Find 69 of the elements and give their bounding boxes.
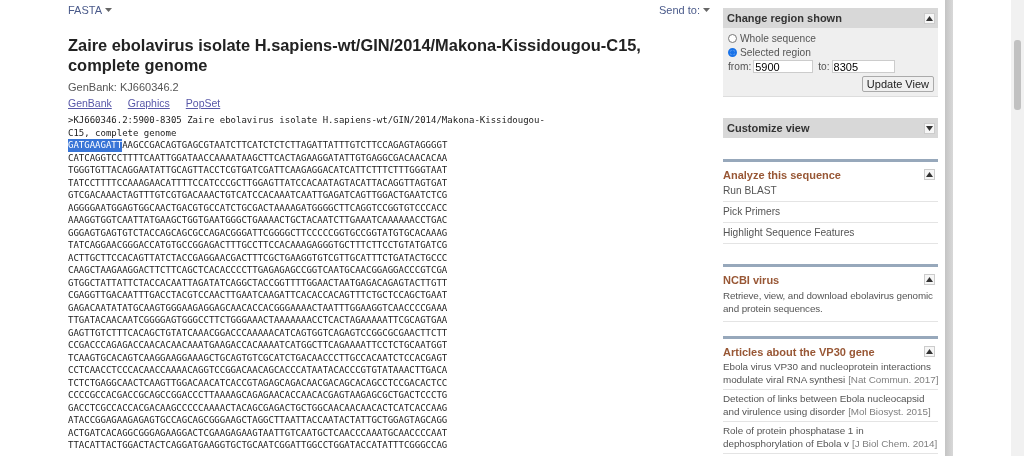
sequence-line: TATCAGGAACGGGACCATGTGCCGGAGACTTTGCCTTCCACAAAGAGGGTGCTTTCTTCCTGTATGATCG (68, 239, 449, 252)
sequence-line: TTGATACAACAATCGGGGAGTGGGCCTTCTGGGAAACTAAAAAAACCTCACTAGAAAAATTCGCAGTGAA (68, 314, 449, 327)
sequence-line: GGGAGTGAGTGTCTACCAGCAGCGCCAGACGGGATTCGGGGCTTCCCCCGGTGCCGGTATGTGCACAAAG (68, 226, 449, 239)
article-source: [J Biol Chem. 2014] (851, 437, 938, 450)
article-source: [Nat Commun. 2017] (848, 373, 939, 386)
virus-description[interactable]: Retrieve, view, and download ebolavirus genomic and protein sequences. (723, 286, 938, 322)
article-title[interactable]: Detection of links between Ebola nucleocapsid (723, 392, 938, 405)
section-title: NCBI virus (723, 273, 780, 286)
sequence-line: ACTTGCTTCCACAGTTATCTACCGAGGAACGACTTTCGCTGAAGGTGTCGTTGCATTTCTGATACTGCCC (68, 251, 449, 264)
option-label: Selected region (740, 46, 811, 58)
caret-icon (105, 8, 113, 12)
sequence-line: TTACATTACTGGACTACTCAGGATGAAGGTGCTGCAATCGGATTGGCCTGGATACCATATTTCGGGCCAG (68, 439, 449, 452)
article-title[interactable]: modulate viral RNA synthesi (723, 373, 846, 386)
sequence-line: GTGGCTATTATTCTACCACAATTAGATATCAGGCTACCGGTTTTGGAACTAATGAGACAGAGTACTTGTT (68, 276, 449, 289)
collapse-toggle[interactable] (924, 274, 935, 285)
article-source: [Mol Biosyst. 2015] (848, 405, 931, 418)
article-title[interactable]: and virulence using disorder (723, 405, 846, 418)
sequence-line: GAGACAATATATGCAAGTGGGAAGAGGAGCAACACCACGGGAAAACTAATTTGGAAGGTCAACCCCGAAA (68, 301, 449, 314)
article-title[interactable]: Ebola virus VP30 and nucleoprotein interactions (723, 360, 938, 373)
panel-title: Customize view (727, 122, 810, 134)
format-menu[interactable]: FASTA (68, 3, 113, 17)
section-title: Analyze this sequence (723, 168, 841, 181)
sequence-line: AAAGGTGGTCAATTATGAAGCTGGTGAATGGGCTGAAAACTGCTACAATCTTGAAATCAAAAAACCTGAC (68, 214, 449, 227)
report-link[interactable]: Graphics (127, 97, 170, 110)
sequence-line: CAAGCTAAGAAGGACTTCTTCAGCTCACACCCCTTGAGAGAGCCGGTCAATGCAACGGAGGACCCGTCGA (68, 264, 449, 277)
page-title: Zaire ebolavirus isolate H.sapiens-wt/GIN/2014/Makona-Kissidougou-C15, complete genome (68, 35, 642, 75)
analysis-link[interactable]: Pick Primers (723, 202, 938, 223)
from-label: from: (728, 61, 752, 72)
sequence-line: GTCGACAAACTAGTTTGTCGTGACAAACTGTCATCCACAAATCAATTGAGATCAGTTGGACTGAATCTCG (68, 189, 449, 202)
sequence-line: AGGGGAATGGAGTGGCAACTGACGTGCCATCTGCGACTAAAAGATGGGGCTTCAGGTCCGGTGTCCCACC (68, 201, 449, 214)
sequence-line: CCGACCCAGAGACCAACACAACAAATGAAGACCACAAAATCATGGCTTCAGAAAATTCCTCTGCAATGGT (68, 339, 449, 352)
sequence-line: TCAAGTGCACAGTCAAGGAAGGAAAGCTGCAGTGTCGCATCTGACAACCCTTGCCACAATCTCCACGAGT (68, 351, 449, 364)
send-to-menu[interactable]: Send to: (659, 3, 710, 17)
radio-button[interactable] (728, 33, 737, 43)
collapse-toggle[interactable] (924, 169, 935, 180)
article-title[interactable]: Role of protein phosphatase 1 in (723, 424, 938, 437)
report-link[interactable]: GenBank (68, 97, 112, 110)
update-view-button[interactable]: Update View (861, 76, 934, 92)
fasta-header: >KJ660346.2:5900-8305 Zaire ebolavirus isolate H.sapiens-wt/GIN/2014/Makona-Kissidougou- (68, 114, 546, 127)
panel-title: Change region shown (727, 12, 842, 24)
radio-button[interactable] (728, 47, 737, 57)
collapse-toggle[interactable] (924, 12, 935, 24)
sequence-line: CATCAGGTCCTTTTCAATTGGATAACCAAAATAAGCTTCACTAGAAGGATATTGTGAGGCGACAACACAA (68, 151, 449, 164)
article-title[interactable]: dephosphorylation of Ebola v (723, 437, 849, 450)
sequence-line: AAGCCGACAGTGAGCGTAATCTTCATCTCTCTTAGATTATTTGTCTTCCAGAGTAGGGGT (122, 139, 448, 152)
sequence-line: CCTCAACCTCCCACAACCAAAACAGGTCCGGACAACAGCACCCATAATACACCCGTGTATAAACTTGACA (68, 364, 449, 377)
from-field[interactable]: 5900 (753, 60, 814, 73)
sequence-line: TGGGTGTTACAGGAATATTGCAGTTACCTCGTGATCGATTCAAGAGGACATCATTCTTTCTTTGGGTAAT (68, 164, 449, 177)
analysis-link[interactable]: Run BLAST (723, 181, 938, 202)
sequence-line: CGAGGTTGACAATTTGACCTACGTCCAACTTGAATCAAGATTCACACCACAGTTTCTGCTCCAGCTGAAT (68, 289, 449, 302)
sequence-line: GACCTCGCCACCACGACAAGCCCCCAAAACTACAGCGAGACTGCTGGCAACAACAACACTCATCACCAAG (68, 401, 449, 414)
sequence-line: CCCCGCCACGACCGCAGCCGGACCCTTAAAAGCAGAGAACACCAACACGAGTAAGAGCGCTGACTCCCTG (68, 389, 449, 402)
section-title: Articles about the VP30 gene (723, 345, 875, 358)
collapse-toggle[interactable] (924, 346, 935, 357)
to-field[interactable]: 8305 (831, 60, 895, 73)
accession-label: GenBank: KJ660346.2 (68, 80, 180, 94)
scrollbar-thumb[interactable] (1014, 40, 1021, 110)
collapse-toggle[interactable] (924, 122, 935, 134)
analysis-link[interactable]: Highlight Sequence Features (723, 223, 938, 244)
option-label: Whole sequence (740, 32, 816, 44)
caret-icon (703, 8, 710, 12)
fasta-header: C15, complete genome (68, 126, 178, 139)
sequence-line: TCTCTGAGGCAACTCAAGTTGGACAACATCACCGTAGAGCAGACAACGACAGCACAGCCTCCGACACTCC (68, 376, 449, 389)
sequence-line: GAGTTGTCTTTCACAGCTGTATCAAACGGACCCAAAAACATCAGTGGTCAGAGTCCGGCGCGAACTTCTT (68, 326, 449, 339)
sequence-line: ATACCGGAGAAGAGAGTGCCAGCAGCGGGAAGCTAGGCTTAATTACCAATACTATTGCTGGAGTAGCAGG (68, 414, 449, 427)
sequence-line: ACTGATCACAGGCGGGAGAAGGACTCGAAGAGAAGTAATTGTCAATGCTCAACCCAAATGCAACCCCAAT (68, 426, 449, 439)
sequence-line: TATCCTTTTCCAAAGAACATTTTCCATCCCGCTTGGAGTTATCCACAATAGTACATTACAGGTTAGTGAT (68, 176, 449, 189)
report-link[interactable]: PopSet (185, 97, 221, 110)
to-label: to: (818, 61, 830, 72)
